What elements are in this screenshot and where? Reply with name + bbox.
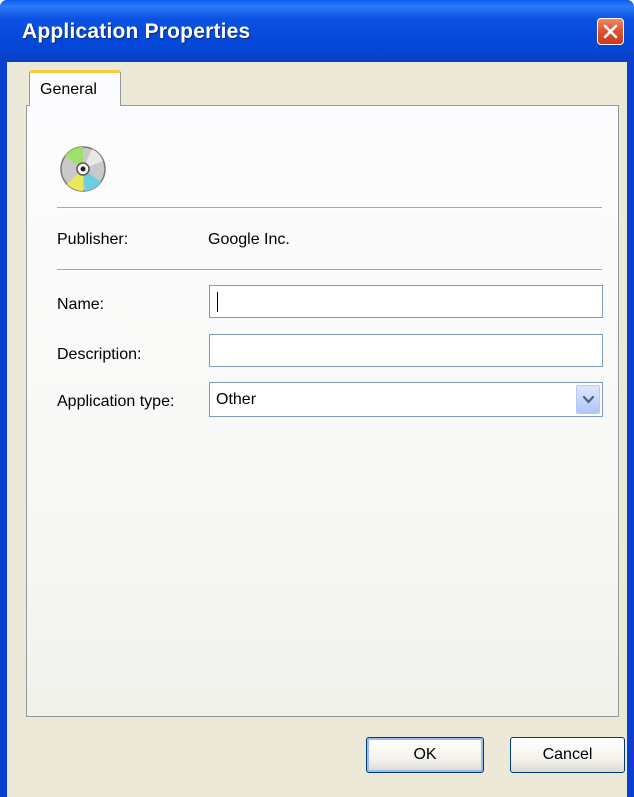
description-field[interactable] bbox=[209, 334, 603, 367]
separator-top bbox=[57, 207, 602, 209]
separator-bottom bbox=[57, 269, 602, 271]
dialog-body: General Publisher: Google Inc. Name: Des… bbox=[7, 62, 627, 797]
title-bar[interactable]: Application Properties bbox=[0, 0, 634, 62]
chevron-down-icon bbox=[583, 395, 594, 404]
application-type-value: Other bbox=[216, 391, 257, 408]
name-label: Name: bbox=[57, 296, 105, 313]
name-field[interactable] bbox=[209, 285, 603, 318]
close-button[interactable] bbox=[597, 18, 624, 45]
general-tab-panel: Publisher: Google Inc. Name: Description… bbox=[26, 105, 619, 717]
close-icon bbox=[603, 24, 618, 39]
publisher-label: Publisher: bbox=[57, 231, 129, 248]
application-type-select[interactable]: Other bbox=[209, 382, 603, 417]
cd-disc-icon bbox=[60, 146, 106, 192]
window-title: Application Properties bbox=[22, 20, 251, 43]
properties-dialog: Application Properties General Publisher… bbox=[0, 0, 634, 797]
ok-button[interactable]: OK bbox=[366, 737, 484, 773]
publisher-value: Google Inc. bbox=[208, 231, 290, 248]
application-type-label: Application type: bbox=[57, 393, 175, 410]
text-caret bbox=[217, 292, 218, 312]
dropdown-button[interactable] bbox=[576, 385, 600, 414]
tab-general[interactable]: General bbox=[29, 70, 121, 106]
tab-general-label: General bbox=[40, 81, 97, 98]
description-label: Description: bbox=[57, 346, 142, 363]
cancel-button[interactable]: Cancel bbox=[510, 737, 625, 773]
